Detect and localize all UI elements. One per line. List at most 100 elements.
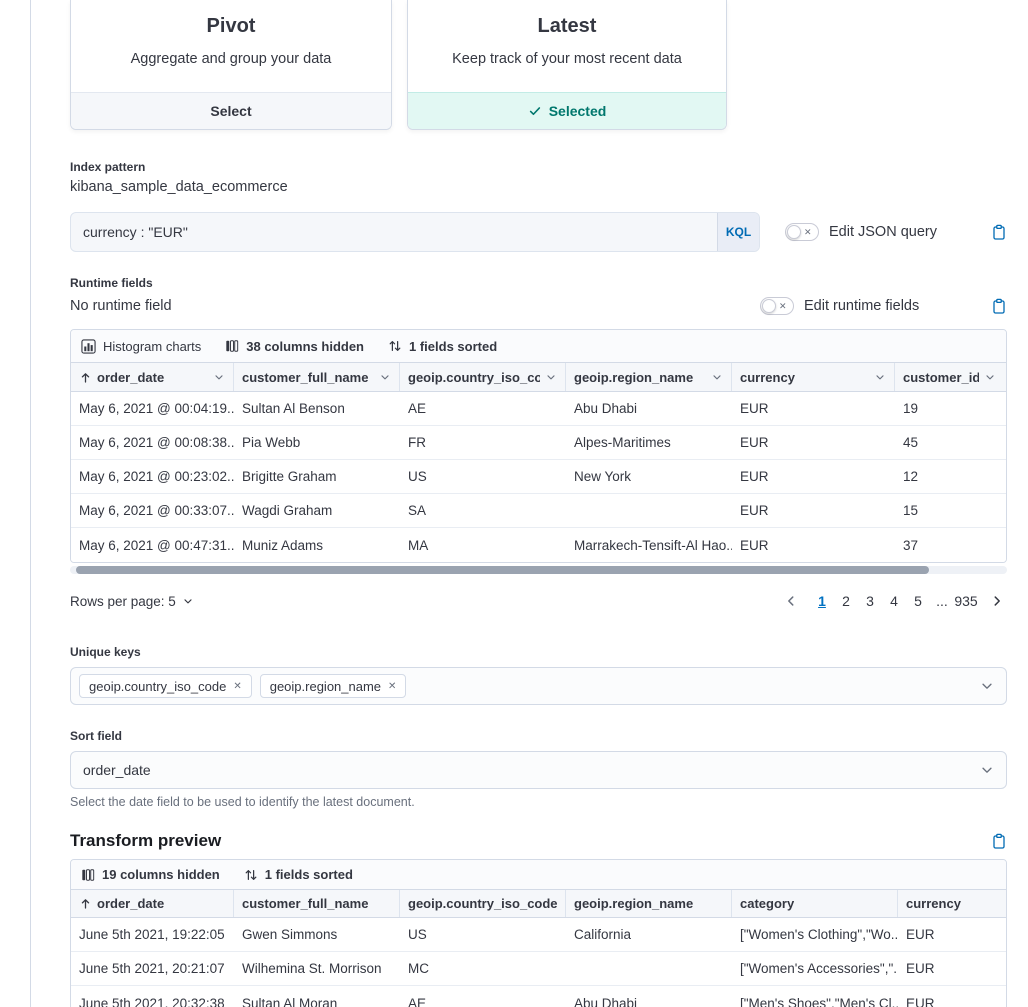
grid-cell[interactable]: AE <box>400 986 566 1007</box>
grid-cell[interactable]: EUR <box>732 426 895 459</box>
column-header-geoip.country_iso_co...[interactable]: geoip.country_iso_co... <box>400 363 566 391</box>
latest-selected-button[interactable]: Selected <box>408 92 726 129</box>
grid-cell[interactable]: ["Men's Shoes","Men's Cl... <box>732 986 898 1007</box>
column-header-geoip.country_iso_code[interactable]: geoip.country_iso_code <box>400 890 566 917</box>
grid-cell[interactable]: MA <box>400 528 566 562</box>
pivot-select-button[interactable]: Select <box>71 92 391 129</box>
column-header-customer_full_name[interactable]: customer_full_name <box>234 890 400 917</box>
column-header-currency[interactable]: currency <box>898 890 1006 917</box>
column-header-customer_full_name[interactable]: customer_full_name <box>234 363 400 391</box>
columns-hidden-button[interactable]: 19 columns hidden <box>81 867 220 882</box>
grid-cell[interactable]: Alpes-Maritimes <box>566 426 732 459</box>
next-page-button[interactable] <box>987 594 1007 608</box>
edit-json-group: ✕ Edit JSON query <box>785 223 1007 241</box>
copy-query-clipboard-icon[interactable] <box>991 224 1007 240</box>
pagination-page-5[interactable]: 5 <box>906 589 930 613</box>
grid-cell[interactable]: May 6, 2021 @ 00:47:31... <box>71 528 234 562</box>
grid-cell[interactable]: EUR <box>732 392 895 425</box>
grid-cell[interactable]: Pia Webb <box>234 426 400 459</box>
grid-cell[interactable]: Gwen Simmons <box>234 918 400 951</box>
grid-cell[interactable]: 19 <box>895 392 1004 425</box>
pagination-page-4[interactable]: 4 <box>882 589 906 613</box>
pagination-page-1[interactable]: 1 <box>810 589 834 613</box>
column-header-order_date[interactable]: order_date <box>71 890 234 917</box>
pivot-card-title: Pivot <box>71 0 391 38</box>
grid-cell[interactable]: May 6, 2021 @ 00:08:38... <box>71 426 234 459</box>
preview-grid-body: June 5th 2021, 19:22:05Gwen SimmonsUSCal… <box>71 918 1006 1007</box>
grid-cell[interactable]: EUR <box>732 494 895 527</box>
pagination-page-935[interactable]: 935 <box>954 589 978 613</box>
query-bar[interactable]: currency : "EUR" KQL <box>70 212 760 252</box>
edit-json-toggle[interactable]: ✕ <box>785 223 819 241</box>
grid-cell[interactable]: New York <box>566 460 732 493</box>
kql-language-button[interactable]: KQL <box>717 213 759 251</box>
unique-key-chip[interactable]: geoip.region_name✕ <box>260 674 407 698</box>
transform-preview-header: Transform preview <box>70 831 1007 851</box>
columns-hidden-button[interactable]: 38 columns hidden <box>225 339 364 354</box>
horizontal-scrollbar[interactable] <box>70 566 1007 574</box>
copy-runtime-clipboard-icon[interactable] <box>991 298 1007 314</box>
grid-cell[interactable]: May 6, 2021 @ 00:04:19... <box>71 392 234 425</box>
edit-runtime-toggle[interactable]: ✕ <box>760 297 794 315</box>
grid-cell[interactable]: 45 <box>895 426 1004 459</box>
grid-cell[interactable] <box>566 494 732 527</box>
fields-sorted-button[interactable]: 1 fields sorted <box>244 867 353 882</box>
column-header-geoip.region_name[interactable]: geoip.region_name <box>566 890 732 917</box>
column-header-customer_id[interactable]: customer_id <box>895 363 1004 391</box>
grid-cell[interactable]: Wilhemina St. Morrison <box>234 952 400 985</box>
grid-cell[interactable]: US <box>400 918 566 951</box>
grid-cell[interactable]: May 6, 2021 @ 00:33:07... <box>71 494 234 527</box>
previous-page-button[interactable] <box>781 594 801 608</box>
grid-cell[interactable]: California <box>566 918 732 951</box>
sort-field-select[interactable]: order_date <box>70 751 1007 789</box>
pagination-page-2[interactable]: 2 <box>834 589 858 613</box>
grid-cell[interactable]: Marrakech-Tensift-Al Hao... <box>566 528 732 562</box>
grid-cell[interactable]: Abu Dhabi <box>566 392 732 425</box>
grid-cell[interactable]: 37 <box>895 528 1004 562</box>
unique-keys-combobox[interactable]: geoip.country_iso_code✕ geoip.region_name… <box>70 667 1007 705</box>
grid-cell[interactable] <box>566 952 732 985</box>
grid-cell[interactable]: ["Women's Clothing","Wo... <box>732 918 898 951</box>
grid-cell[interactable]: June 5th 2021, 20:21:07 <box>71 952 234 985</box>
transform-wizard: Pivot Aggregate and group your data Sele… <box>70 0 1007 1007</box>
column-header-currency[interactable]: currency <box>732 363 895 391</box>
grid-cell[interactable]: June 5th 2021, 19:22:05 <box>71 918 234 951</box>
grid-cell[interactable]: EUR <box>732 528 895 562</box>
histogram-charts-button[interactable]: Histogram charts <box>81 339 201 354</box>
query-input[interactable]: currency : "EUR" <box>83 224 188 240</box>
chip-remove-icon[interactable]: ✕ <box>233 681 241 692</box>
grid-cell[interactable]: EUR <box>898 952 1006 985</box>
grid-cell[interactable]: 12 <box>895 460 1004 493</box>
latest-card[interactable]: Latest Keep track of your most recent da… <box>407 0 727 130</box>
pivot-card[interactable]: Pivot Aggregate and group your data Sele… <box>70 0 392 130</box>
column-header-order_date[interactable]: order_date <box>71 363 234 391</box>
grid-cell[interactable]: MC <box>400 952 566 985</box>
grid-cell[interactable]: Brigitte Graham <box>234 460 400 493</box>
grid-cell[interactable]: FR <box>400 426 566 459</box>
grid-cell[interactable]: EUR <box>732 460 895 493</box>
grid-cell[interactable]: Sultan Al Benson <box>234 392 400 425</box>
grid-cell[interactable]: Muniz Adams <box>234 528 400 562</box>
column-header-geoip.region_name[interactable]: geoip.region_name <box>566 363 732 391</box>
scrollbar-thumb[interactable] <box>76 566 929 574</box>
grid-cell[interactable]: EUR <box>898 918 1006 951</box>
grid-cell[interactable]: SA <box>400 494 566 527</box>
unique-key-chip[interactable]: geoip.country_iso_code✕ <box>79 674 252 698</box>
column-header-category[interactable]: category <box>732 890 898 917</box>
pagination-page-3[interactable]: 3 <box>858 589 882 613</box>
grid-cell[interactable]: AE <box>400 392 566 425</box>
fields-sorted-button[interactable]: 1 fields sorted <box>388 339 497 354</box>
grid-cell[interactable]: Abu Dhabi <box>566 986 732 1007</box>
grid-cell[interactable]: EUR <box>898 986 1006 1007</box>
chevron-down-icon[interactable] <box>980 679 994 693</box>
grid-cell[interactable]: Sultan Al Moran <box>234 986 400 1007</box>
grid-cell[interactable]: June 5th 2021, 20:32:38 <box>71 986 234 1007</box>
grid-cell[interactable]: US <box>400 460 566 493</box>
grid-cell[interactable]: May 6, 2021 @ 00:23:02... <box>71 460 234 493</box>
grid-cell[interactable]: Wagdi Graham <box>234 494 400 527</box>
copy-preview-clipboard-icon[interactable] <box>991 833 1007 849</box>
rows-per-page-button[interactable]: Rows per page: 5 <box>70 594 194 609</box>
chip-remove-icon[interactable]: ✕ <box>388 681 396 692</box>
grid-cell[interactable]: ["Women's Accessories","... <box>732 952 898 985</box>
grid-cell[interactable]: 15 <box>895 494 1004 527</box>
